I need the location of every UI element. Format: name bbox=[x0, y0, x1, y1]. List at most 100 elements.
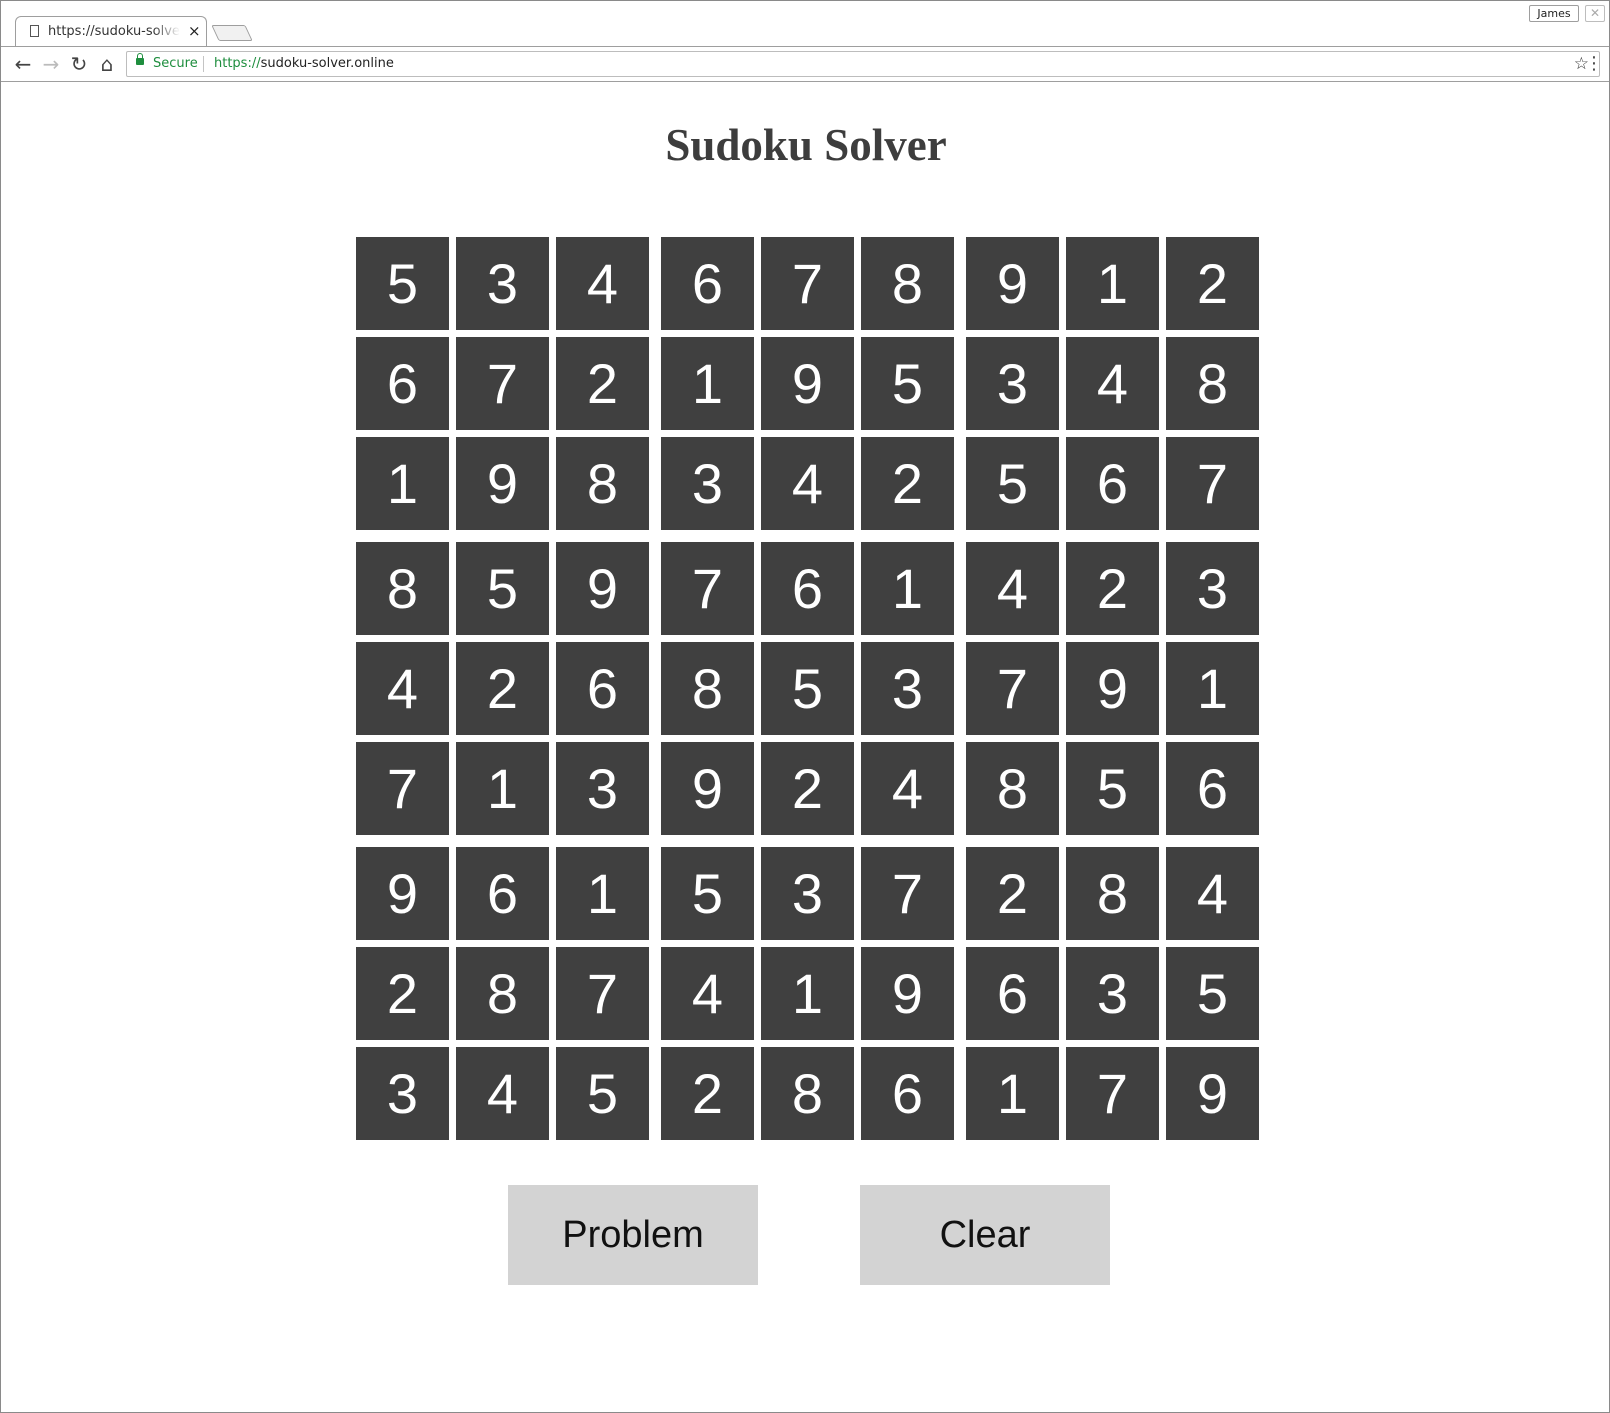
sudoku-cell[interactable]: 2 bbox=[1166, 237, 1259, 330]
secure-label: Secure bbox=[153, 56, 198, 71]
sudoku-cell[interactable]: 1 bbox=[456, 742, 549, 835]
close-tab-icon[interactable]: × bbox=[188, 22, 201, 40]
sudoku-cell[interactable]: 2 bbox=[966, 847, 1059, 940]
sudoku-cell[interactable]: 7 bbox=[456, 337, 549, 430]
sudoku-cell[interactable]: 6 bbox=[761, 542, 854, 635]
sudoku-cell[interactable]: 8 bbox=[966, 742, 1059, 835]
sudoku-cell[interactable]: 9 bbox=[861, 947, 954, 1040]
sudoku-cell[interactable]: 8 bbox=[356, 542, 449, 635]
sudoku-cell[interactable]: 9 bbox=[661, 742, 754, 835]
sudoku-cell[interactable]: 5 bbox=[456, 542, 549, 635]
sudoku-cell[interactable]: 3 bbox=[556, 742, 649, 835]
sudoku-cell[interactable]: 1 bbox=[1166, 642, 1259, 735]
sudoku-cell[interactable]: 9 bbox=[966, 237, 1059, 330]
sudoku-cell[interactable]: 2 bbox=[556, 337, 649, 430]
sudoku-cell[interactable]: 4 bbox=[761, 437, 854, 530]
sudoku-cell[interactable]: 5 bbox=[661, 847, 754, 940]
sudoku-cell[interactable]: 7 bbox=[556, 947, 649, 1040]
sudoku-cell[interactable]: 7 bbox=[761, 237, 854, 330]
sudoku-cell[interactable]: 4 bbox=[456, 1047, 549, 1140]
sudoku-cell[interactable]: 1 bbox=[761, 947, 854, 1040]
sudoku-cell[interactable]: 5 bbox=[356, 237, 449, 330]
sudoku-cell[interactable]: 7 bbox=[661, 542, 754, 635]
sudoku-cell[interactable]: 3 bbox=[456, 237, 549, 330]
new-tab-button[interactable] bbox=[211, 25, 253, 41]
sudoku-cell[interactable]: 6 bbox=[556, 642, 649, 735]
sudoku-cell[interactable]: 3 bbox=[966, 337, 1059, 430]
sudoku-cell[interactable]: 5 bbox=[861, 337, 954, 430]
sudoku-cell[interactable]: 9 bbox=[456, 437, 549, 530]
sudoku-cell[interactable]: 6 bbox=[356, 337, 449, 430]
sudoku-cell[interactable]: 5 bbox=[1066, 742, 1159, 835]
sudoku-cell[interactable]: 5 bbox=[966, 437, 1059, 530]
sudoku-cell[interactable]: 3 bbox=[1166, 542, 1259, 635]
url-text[interactable]: https://sudoku-solver.online bbox=[214, 56, 394, 71]
sudoku-cell[interactable]: 1 bbox=[861, 542, 954, 635]
clear-button[interactable]: Clear bbox=[860, 1185, 1110, 1285]
sudoku-cell[interactable]: 5 bbox=[556, 1047, 649, 1140]
sudoku-cell[interactable]: 8 bbox=[456, 947, 549, 1040]
window-close-button[interactable]: ✕ bbox=[1585, 5, 1605, 22]
sudoku-cell[interactable]: 1 bbox=[556, 847, 649, 940]
address-bar[interactable]: Secure https://sudoku-solver.online ☆ bbox=[126, 51, 1600, 77]
sudoku-cell[interactable]: 9 bbox=[1166, 1047, 1259, 1140]
sudoku-cell[interactable]: 6 bbox=[1066, 437, 1159, 530]
sudoku-cell[interactable]: 4 bbox=[966, 542, 1059, 635]
sudoku-cell[interactable]: 8 bbox=[1066, 847, 1159, 940]
sudoku-cell[interactable]: 4 bbox=[1066, 337, 1159, 430]
sudoku-cell[interactable]: 2 bbox=[661, 1047, 754, 1140]
sudoku-cell[interactable]: 3 bbox=[356, 1047, 449, 1140]
sudoku-cell[interactable]: 9 bbox=[556, 542, 649, 635]
sudoku-cell[interactable]: 3 bbox=[1066, 947, 1159, 1040]
sudoku-cell[interactable]: 7 bbox=[1066, 1047, 1159, 1140]
sudoku-cell[interactable]: 2 bbox=[456, 642, 549, 735]
sudoku-cell[interactable]: 6 bbox=[861, 1047, 954, 1140]
sudoku-cell[interactable]: 6 bbox=[456, 847, 549, 940]
sudoku-cell[interactable]: 6 bbox=[1166, 742, 1259, 835]
sudoku-cell[interactable]: 2 bbox=[356, 947, 449, 1040]
sudoku-cell[interactable]: 1 bbox=[966, 1047, 1059, 1140]
sudoku-cell[interactable]: 8 bbox=[556, 437, 649, 530]
sudoku-cell[interactable]: 6 bbox=[661, 237, 754, 330]
sudoku-cell[interactable]: 2 bbox=[861, 437, 954, 530]
sudoku-cell[interactable]: 6 bbox=[966, 947, 1059, 1040]
sudoku-cell[interactable]: 9 bbox=[761, 337, 854, 430]
sudoku-cell[interactable]: 9 bbox=[1066, 642, 1159, 735]
sudoku-cell[interactable]: 8 bbox=[861, 237, 954, 330]
sudoku-cell[interactable]: 8 bbox=[761, 1047, 854, 1140]
sudoku-cell[interactable]: 7 bbox=[356, 742, 449, 835]
sudoku-cell[interactable]: 2 bbox=[1066, 542, 1159, 635]
sudoku-cell[interactable]: 4 bbox=[1166, 847, 1259, 940]
sudoku-cell[interactable]: 1 bbox=[661, 337, 754, 430]
sudoku-cell[interactable]: 4 bbox=[661, 947, 754, 1040]
sudoku-cell[interactable]: 1 bbox=[356, 437, 449, 530]
sudoku-cell[interactable]: 4 bbox=[556, 237, 649, 330]
tab-title: https://sudoku-solver.online bbox=[48, 24, 180, 39]
forward-icon[interactable]: → bbox=[39, 52, 63, 76]
sudoku-cell[interactable]: 4 bbox=[861, 742, 954, 835]
browser-toolbar: ← → ↻ ⌂ Secure https://sudoku-solver.onl… bbox=[1, 46, 1609, 82]
sudoku-cell[interactable]: 2 bbox=[761, 742, 854, 835]
sudoku-cell[interactable]: 8 bbox=[661, 642, 754, 735]
sudoku-cell[interactable]: 9 bbox=[356, 847, 449, 940]
problem-button[interactable]: Problem bbox=[508, 1185, 758, 1285]
sudoku-cell[interactable]: 3 bbox=[761, 847, 854, 940]
sudoku-cell[interactable]: 7 bbox=[1166, 437, 1259, 530]
sudoku-cell[interactable]: 3 bbox=[861, 642, 954, 735]
sudoku-cell[interactable]: 7 bbox=[861, 847, 954, 940]
sudoku-cell[interactable]: 5 bbox=[761, 642, 854, 735]
home-icon[interactable]: ⌂ bbox=[95, 52, 119, 76]
sudoku-cell[interactable]: 7 bbox=[966, 642, 1059, 735]
sudoku-cell[interactable]: 8 bbox=[1166, 337, 1259, 430]
sudoku-cell[interactable]: 1 bbox=[1066, 237, 1159, 330]
back-icon[interactable]: ← bbox=[11, 52, 35, 76]
sudoku-cell[interactable]: 5 bbox=[1166, 947, 1259, 1040]
browser-menu-icon[interactable]: ⋮ bbox=[1585, 53, 1603, 74]
browser-tab[interactable]: https://sudoku-solver.online × bbox=[15, 16, 207, 46]
sudoku-cell[interactable]: 3 bbox=[661, 437, 754, 530]
profile-button[interactable]: James bbox=[1529, 5, 1579, 22]
reload-icon[interactable]: ↻ bbox=[67, 52, 91, 76]
browser-window: https://sudoku-solver.online × James ✕ ←… bbox=[0, 0, 1610, 1413]
sudoku-cell[interactable]: 4 bbox=[356, 642, 449, 735]
omnibox-divider bbox=[203, 56, 204, 72]
